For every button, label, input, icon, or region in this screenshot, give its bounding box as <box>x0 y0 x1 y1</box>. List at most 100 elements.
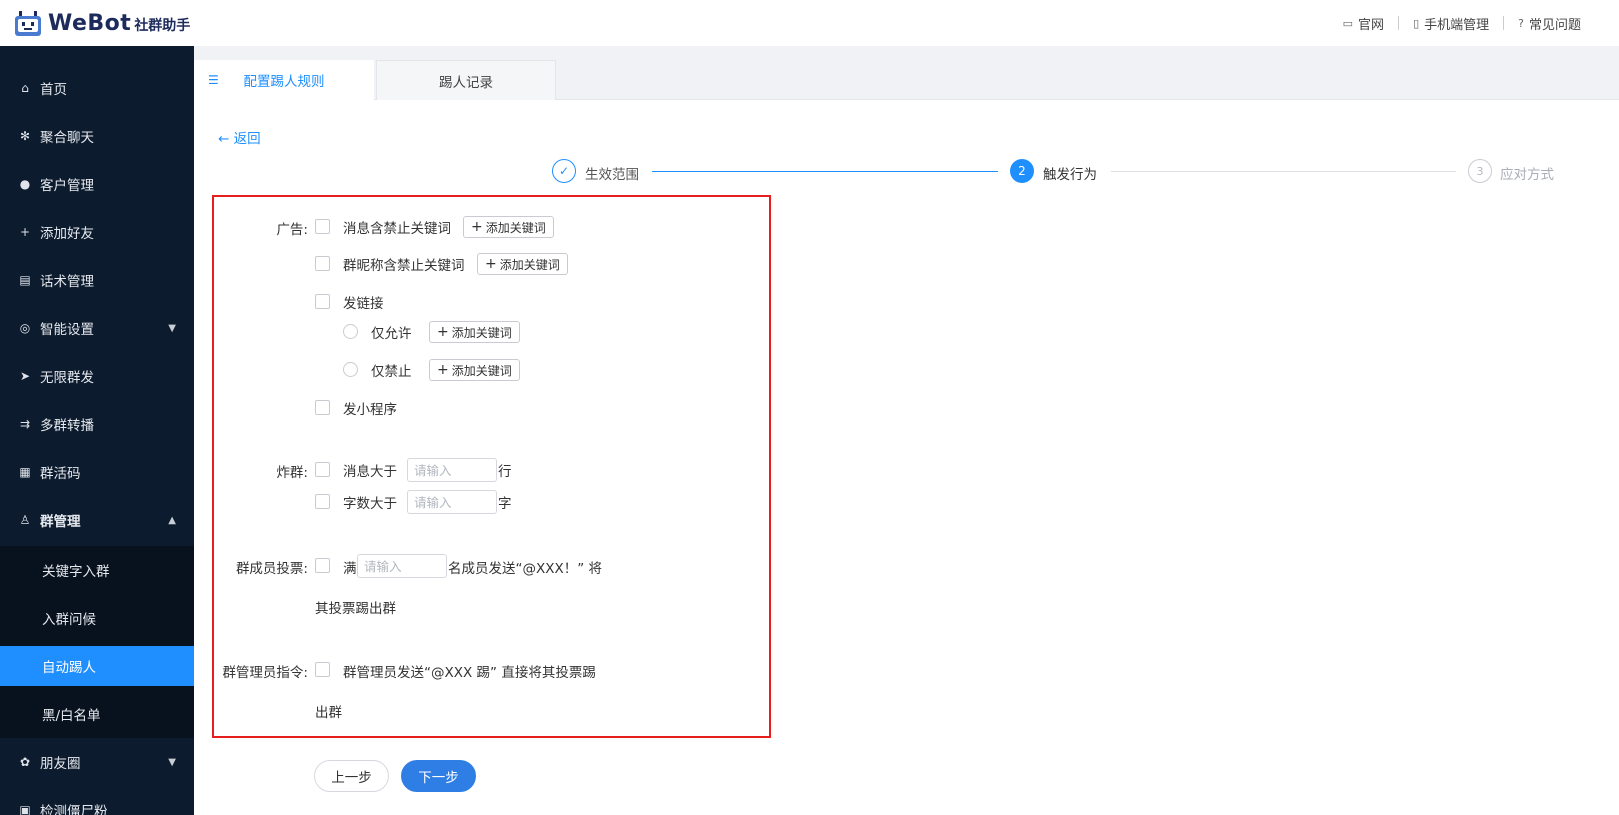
msg-lines-suffix: 行 <box>498 464 512 480</box>
sidebar-item-label: 客户管理 <box>40 178 94 194</box>
sidebar-item-label: 首页 <box>40 82 67 98</box>
add-keyword-button[interactable]: + 添加关键词 <box>477 253 568 275</box>
only-forbid-radio[interactable] <box>343 362 358 377</box>
submenu-item-join-greeting[interactable]: 入群问候 <box>0 598 194 638</box>
msg-lines-input[interactable] <box>407 458 497 482</box>
plus-icon: + <box>437 324 449 340</box>
step-1-label: 生效范围 <box>585 167 639 183</box>
msg-lines-checkbox[interactable] <box>315 462 330 477</box>
add-keyword-button[interactable]: + 添加关键词 <box>429 359 520 381</box>
tab-configure-kick-rules[interactable]: ☰ 配置踢人规则 <box>194 60 374 100</box>
plus-icon: + <box>485 256 497 272</box>
next-step-button[interactable]: 下一步 <box>401 760 476 792</box>
vote-checkbox[interactable] <box>315 558 330 573</box>
sidebar-item-label: 朋友圈 <box>40 756 81 772</box>
sidebar-item-moments[interactable]: ✿ 朋友圈 ▼ <box>0 738 194 786</box>
logo[interactable]: WeBot 社群助手 <box>14 8 190 38</box>
sidebar-item-smart-settings[interactable]: ◎ 智能设置 ▼ <box>0 304 194 352</box>
mini-program-text: 发小程序 <box>343 402 397 418</box>
user-icon: ● <box>19 177 31 191</box>
vote-label: 群成员投票: <box>235 561 308 577</box>
sidebar-item-mass-send[interactable]: ➤ 无限群发 <box>0 352 194 400</box>
broadcast-icon: ⇉ <box>19 417 31 431</box>
vote-prefix: 满 <box>343 561 357 577</box>
chars-checkbox[interactable] <box>315 494 330 509</box>
mobile-management-link[interactable]: ▯ 手机端管理 <box>1399 14 1503 33</box>
logo-subtitle: 社群助手 <box>134 18 191 34</box>
prev-step-button[interactable]: 上一步 <box>314 760 389 792</box>
home-icon: ⌂ <box>21 81 29 95</box>
monitor-icon: ▭ <box>1342 16 1354 30</box>
submenu-item-label: 黑/白名单 <box>42 708 101 724</box>
admin-command-line2: 出群 <box>315 705 342 721</box>
robot-icon: ◎ <box>19 321 31 335</box>
gear-icon: ✻ <box>19 129 31 143</box>
logo-text: WeBot <box>48 10 132 36</box>
add-keyword-label: 添加关键词 <box>485 220 546 235</box>
submenu-item-label: 关键字入群 <box>42 564 110 580</box>
official-site-link[interactable]: ▭ 官网 <box>1329 14 1398 33</box>
add-keyword-label: 添加关键词 <box>451 363 512 378</box>
plus-icon: + <box>471 219 483 235</box>
sidebar-item-home[interactable]: ⌂ 首页 <box>0 64 194 112</box>
flood-label: 炸群: <box>276 465 308 481</box>
faq-label: 常见问题 <box>1528 17 1581 33</box>
send-link-checkbox[interactable] <box>315 294 330 309</box>
top-header: WeBot 社群助手 ▭ 官网 ▯ 手机端管理 ? 常见问题 <box>0 0 1619 46</box>
mini-program-checkbox[interactable] <box>315 400 330 415</box>
top-links: ▭ 官网 ▯ 手机端管理 ? 常见问题 <box>1329 0 1595 46</box>
only-allow-text: 仅允许 <box>371 326 412 342</box>
tabs-bar: ☰ 配置踢人规则 踢人记录 <box>194 46 1619 100</box>
sidebar-item-customers[interactable]: ● 客户管理 <box>0 160 194 208</box>
sidebar: ⌂ 首页 ✻ 聚合聊天 ● 客户管理 + 添加好友 ▤ 话术管理 ◎ 智能设置 … <box>0 46 194 815</box>
sidebar-item-group-qrcode[interactable]: ▦ 群活码 <box>0 448 194 496</box>
admin-command-text: 群管理员发送“@XXX 踢” 直接将其投票踢 <box>343 665 596 681</box>
ad-keyword-nick-checkbox[interactable] <box>315 256 330 271</box>
phone-icon: ▯ <box>1413 16 1420 30</box>
sidebar-item-label: 检测僵尸粉 <box>40 804 108 815</box>
add-keyword-button[interactable]: + 添加关键词 <box>429 321 520 343</box>
submenu-item-label: 入群问候 <box>42 612 96 628</box>
vote-line2: 其投票踢出群 <box>315 601 396 617</box>
back-link[interactable]: ← 返回 <box>218 127 261 147</box>
step-done-icon: ✓ <box>552 159 576 183</box>
help-icon: ? <box>1518 16 1524 30</box>
sidebar-item-label: 无限群发 <box>40 370 94 386</box>
sidebar-item-group-management[interactable]: ♙ 群管理 ▲ <box>0 496 194 544</box>
list-indent-icon: ☰ <box>208 73 219 87</box>
document-icon: ▤ <box>19 273 31 287</box>
sidebar-item-label: 话术管理 <box>40 274 94 290</box>
sidebar-item-label: 群活码 <box>40 466 81 482</box>
step-2-label: 触发行为 <box>1043 167 1097 183</box>
circle-icon: ✿ <box>19 755 31 769</box>
sidebar-item-scripts[interactable]: ▤ 话术管理 <box>0 256 194 304</box>
plus-icon: + <box>437 362 449 378</box>
sidebar-item-add-friends[interactable]: + 添加好友 <box>0 208 194 256</box>
step-2-number: 2 <box>1010 159 1034 183</box>
chars-input[interactable] <box>407 490 497 514</box>
only-allow-radio[interactable] <box>343 324 358 339</box>
submenu-item-keyword-join[interactable]: 关键字入群 <box>0 550 194 590</box>
sidebar-item-zombie-detect[interactable]: ▣ 检测僵尸粉 <box>0 786 194 815</box>
sidebar-item-aggregate-chat[interactable]: ✻ 聚合聊天 <box>0 112 194 160</box>
admin-command-checkbox[interactable] <box>315 662 330 677</box>
chevron-up-icon: ▲ <box>168 514 176 526</box>
sidebar-item-label: 添加好友 <box>40 226 94 242</box>
sidebar-item-multi-broadcast[interactable]: ⇉ 多群转播 <box>0 400 194 448</box>
add-keyword-button[interactable]: + 添加关键词 <box>463 216 554 238</box>
ad-label: 广告: <box>276 222 308 238</box>
mobile-management-label: 手机端管理 <box>1424 17 1490 33</box>
tab-label: 配置踢人规则 <box>243 74 325 90</box>
chevron-down-icon: ▼ <box>168 756 176 768</box>
user-add-icon: + <box>19 225 31 239</box>
ad-keyword-msg-checkbox[interactable] <box>315 219 330 234</box>
sidebar-item-label: 多群转播 <box>40 418 94 434</box>
faq-link[interactable]: ? 常见问题 <box>1504 14 1595 33</box>
tab-kick-records[interactable]: 踢人记录 <box>376 60 556 100</box>
ad-keyword-msg-text: 消息含禁止关键词 <box>343 221 451 237</box>
vote-count-input[interactable] <box>357 554 447 578</box>
group-icon: ♙ <box>19 513 31 527</box>
official-site-label: 官网 <box>1358 17 1385 33</box>
submenu-item-auto-kick[interactable]: 自动踢人 <box>0 646 194 686</box>
submenu-item-black-white-list[interactable]: 黑/白名单 <box>0 694 194 734</box>
